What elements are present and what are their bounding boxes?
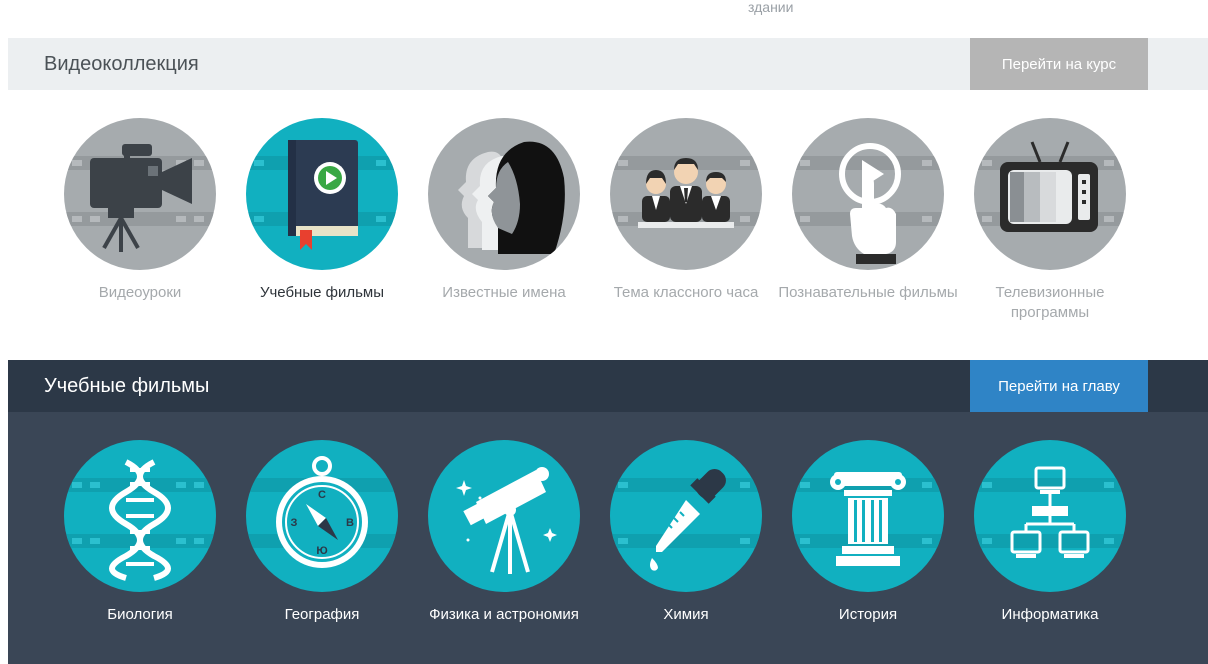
touch-play-icon <box>792 143 944 264</box>
subject-chemistry[interactable]: Химия <box>596 440 776 625</box>
subject-circle[interactable] <box>64 440 216 592</box>
category-circle[interactable] <box>246 118 398 270</box>
educational-films-header: Учебные фильмы Перейти на главу <box>8 360 1208 412</box>
students-icon <box>610 156 762 228</box>
pipette-icon <box>610 469 762 571</box>
subject-label: География <box>284 606 360 623</box>
subject-circle[interactable] <box>792 440 944 592</box>
compass-south-letter: Ю <box>316 545 327 557</box>
dna-icon <box>64 459 216 581</box>
subject-circle[interactable] <box>610 440 762 592</box>
subject-label: Физика и астрономия <box>429 606 579 623</box>
category-cognitive-films[interactable]: Познавательные фильмы <box>778 118 958 303</box>
category-circle[interactable] <box>792 118 944 270</box>
category-label: Тема классного часа <box>613 284 759 301</box>
videocollection-header: Видеоколлекция Перейти на курс <box>8 38 1208 90</box>
category-label: Учебные фильмы <box>259 284 385 301</box>
go-to-chapter-button[interactable]: Перейти на главу <box>970 360 1148 412</box>
subject-label: Биология <box>107 606 173 623</box>
subject-circle[interactable]: С Ю В З <box>246 440 398 592</box>
category-class-hour-topic[interactable]: Тема классного часа <box>596 118 776 303</box>
network-icon <box>974 466 1126 558</box>
video-camera-icon <box>64 144 216 252</box>
category-label: Познавательные фильмы <box>778 284 958 301</box>
category-circle[interactable] <box>64 118 216 270</box>
section-title: Видеоколлекция <box>44 52 199 75</box>
category-label: Видеоуроки <box>98 284 182 301</box>
column-icon <box>792 472 944 566</box>
compass-east-letter: В <box>346 517 354 529</box>
subject-physics-astronomy[interactable]: Физика и астрономия <box>414 440 594 625</box>
category-label: Известные имена <box>442 284 566 301</box>
go-to-course-button[interactable]: Перейти на курс <box>970 38 1148 90</box>
subject-circle[interactable] <box>428 440 580 592</box>
telescope-icon <box>456 467 557 574</box>
category-videolessons[interactable]: Видеоуроки <box>50 118 230 303</box>
subject-label: Химия <box>663 606 709 623</box>
compass-north-letter: С <box>318 489 326 501</box>
compass-icon: С Ю В З <box>246 456 398 568</box>
subject-geography[interactable]: С Ю В З География <box>232 440 412 625</box>
section-title: Учебные фильмы <box>44 374 210 397</box>
category-circle[interactable] <box>974 118 1126 270</box>
category-circle[interactable] <box>428 118 580 270</box>
subject-history[interactable]: История <box>778 440 958 625</box>
subject-informatics[interactable]: Информатика <box>960 440 1140 625</box>
profiles-icon <box>458 141 565 254</box>
tv-icon <box>974 141 1126 232</box>
subject-circle[interactable] <box>974 440 1126 592</box>
category-famous-names[interactable]: Известные имена <box>414 118 594 303</box>
category-tv-programs[interactable]: Телевизионные программы <box>960 118 1140 323</box>
book-play-icon <box>246 140 398 250</box>
category-label: Телевизионные программы <box>995 284 1105 321</box>
subject-label: Информатика <box>1001 606 1099 623</box>
category-educational-films[interactable]: Учебные фильмы <box>232 118 412 303</box>
category-circle[interactable] <box>610 118 762 270</box>
compass-west-letter: З <box>291 517 298 529</box>
subject-biology[interactable]: Биология <box>50 440 230 625</box>
cut-off-text: здании <box>748 2 794 15</box>
subject-label: История <box>838 606 898 623</box>
